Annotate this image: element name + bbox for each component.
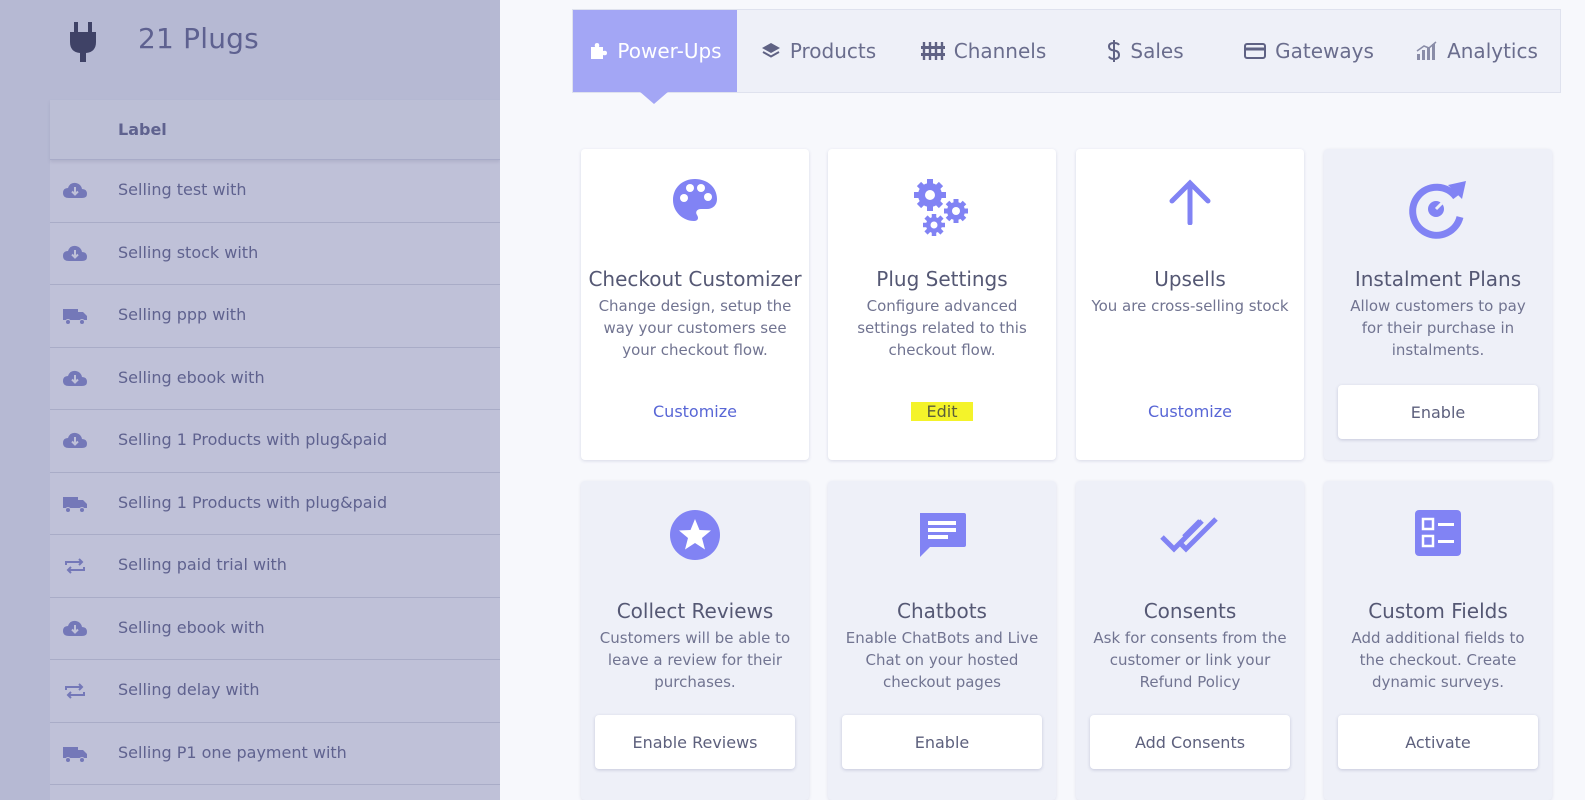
card-description: Customers will be able to leave a review…	[599, 629, 791, 691]
row-label: Selling 1 Products with plug&paid	[118, 430, 388, 449]
edit-link-label: Edit	[910, 402, 974, 421]
tab-label: Gateways	[1275, 39, 1374, 63]
card-title: Collect Reviews	[616, 599, 774, 623]
card-chatbots: Chatbots Enable ChatBots and Live Chat o…	[828, 481, 1056, 800]
card-title: Upsells	[1154, 267, 1226, 291]
tab-label: Products	[789, 39, 877, 63]
plugs-table: Label Selling test with Selling stock wi…	[50, 100, 500, 800]
row-label: Selling ebook with	[118, 617, 265, 637]
chat-icon	[920, 513, 966, 557]
label-column-header[interactable]: Label	[118, 120, 167, 139]
plugs-count-title: 21 Plugs	[138, 22, 259, 55]
cloud-download-icon	[63, 432, 87, 448]
table-row[interactable]: Selling 1 Products with plug&paid	[50, 410, 500, 473]
card-title: Checkout Customizer	[588, 267, 802, 291]
checklist-icon	[1415, 510, 1461, 556]
enable-reviews-button[interactable]: Enable Reviews	[595, 715, 795, 769]
tab-products[interactable]: Products	[737, 10, 900, 92]
card-consents: Consents Ask for consents from the custo…	[1076, 481, 1304, 800]
card-custom-fields: Custom Fields Add additional fields to t…	[1324, 481, 1552, 800]
cloud-download-icon	[63, 620, 87, 636]
table-row[interactable]: Selling stock with	[50, 223, 500, 285]
analytics-icon	[1416, 41, 1437, 60]
double-check-icon	[1160, 517, 1218, 553]
table-row[interactable]: Selling 1 Products with plug&paid	[50, 473, 500, 535]
tab-channels[interactable]: Channels	[900, 10, 1067, 92]
tab-label: Channels	[953, 39, 1047, 63]
card-checkout-customizer: Checkout Customizer Change design, setup…	[581, 149, 809, 460]
cloud-download-icon	[63, 245, 87, 261]
enable-instalments-button[interactable]: Enable	[1338, 385, 1538, 439]
star-icon	[670, 510, 720, 560]
refresh-icon	[1409, 181, 1466, 239]
activate-custom-fields-button[interactable]: Activate	[1338, 715, 1538, 769]
card-description: Ask for consents from the customer or li…	[1093, 629, 1287, 691]
channels-icon	[920, 42, 945, 60]
truck-icon	[63, 309, 87, 325]
dollar-icon	[1108, 40, 1121, 62]
tab-label: Analytics	[1447, 39, 1538, 63]
card-description: Allow customers to pay for their purchas…	[1350, 297, 1526, 359]
gears-icon	[914, 179, 968, 236]
table-row[interactable]: Selling test with	[50, 160, 500, 223]
card-title: Instalment Plans	[1354, 267, 1522, 291]
card-title: Chatbots	[897, 599, 987, 623]
repeat-icon	[65, 558, 85, 574]
truck-icon	[63, 496, 87, 513]
customize-link[interactable]: Customize	[1076, 402, 1304, 421]
tab-label: Power-Ups	[617, 39, 722, 63]
tab-label: Sales	[1130, 39, 1184, 63]
edit-link[interactable]: Edit	[828, 402, 1056, 421]
cloud-download-icon	[63, 370, 87, 386]
card-title: Custom Fields	[1368, 599, 1508, 623]
card-instalment-plans: Instalment Plans Allow customers to pay …	[1324, 149, 1552, 460]
table-row[interactable]: Selling ebook with	[50, 598, 500, 660]
card-description: You are cross-selling stock	[1091, 297, 1289, 315]
row-label: Selling P1 one payment with	[118, 742, 347, 762]
table-row[interactable]: Selling ebook with	[50, 348, 500, 410]
credit-card-icon	[1244, 43, 1267, 59]
table-row[interactable]: Selling paid trial with	[50, 535, 500, 598]
layers-icon	[761, 43, 780, 58]
card-upsells: Upsells You are cross-selling stock Cust…	[1076, 149, 1304, 460]
table-row[interactable]: Selling ppp with	[50, 285, 500, 348]
row-label: Selling delay with	[118, 680, 260, 699]
row-label: Selling ebook with	[118, 367, 265, 387]
repeat-icon	[65, 683, 85, 699]
card-collect-reviews: Collect Reviews Customers will be able t…	[581, 481, 809, 800]
tab-analytics[interactable]: Analytics	[1394, 10, 1560, 92]
plug-icon	[70, 22, 96, 62]
row-label: Selling test with	[118, 180, 247, 199]
truck-icon	[63, 746, 87, 763]
table-header: Label	[50, 100, 500, 160]
plugs-panel: 21 Plugs Label Selling test with Selling…	[0, 0, 500, 800]
plugs-panel-header: 21 Plugs	[0, 0, 500, 100]
card-title: Plug Settings	[876, 267, 1008, 291]
tab-power-ups[interactable]: Power-Ups	[573, 10, 737, 104]
add-consents-button[interactable]: Add Consents	[1090, 715, 1290, 769]
tab-gateways[interactable]: Gateways	[1224, 10, 1394, 92]
cloud-download-icon	[63, 182, 87, 198]
card-description: Enable ChatBots and Live Chat on your ho…	[845, 629, 1039, 691]
customize-link[interactable]: Customize	[581, 402, 809, 421]
row-label: Selling paid trial with	[118, 555, 287, 574]
table-row[interactable]: Selling delay with	[50, 660, 500, 723]
arrow-up-icon	[1169, 179, 1211, 225]
card-plug-settings: Plug Settings Configure advanced setting…	[828, 149, 1056, 460]
enable-chatbots-button[interactable]: Enable	[842, 715, 1042, 769]
row-label: Selling stock with	[118, 242, 259, 262]
card-description: Change design, setup the way your custom…	[598, 297, 792, 359]
row-label: Selling ppp with	[118, 305, 247, 324]
puzzle-icon	[591, 43, 608, 59]
card-description: Add additional fields to the checkout. C…	[1351, 629, 1525, 691]
section-tabs: Power-Ups Products Channels Sales Gatewa…	[572, 9, 1561, 104]
tab-sales[interactable]: Sales	[1067, 10, 1224, 92]
table-row[interactable]: Selling P1 one payment with	[50, 723, 500, 785]
card-description: Configure advanced settings related to t…	[857, 297, 1027, 359]
card-title: Consents	[1143, 599, 1237, 623]
row-label: Selling 1 Products with plug&paid	[118, 492, 388, 512]
palette-icon	[673, 179, 717, 221]
